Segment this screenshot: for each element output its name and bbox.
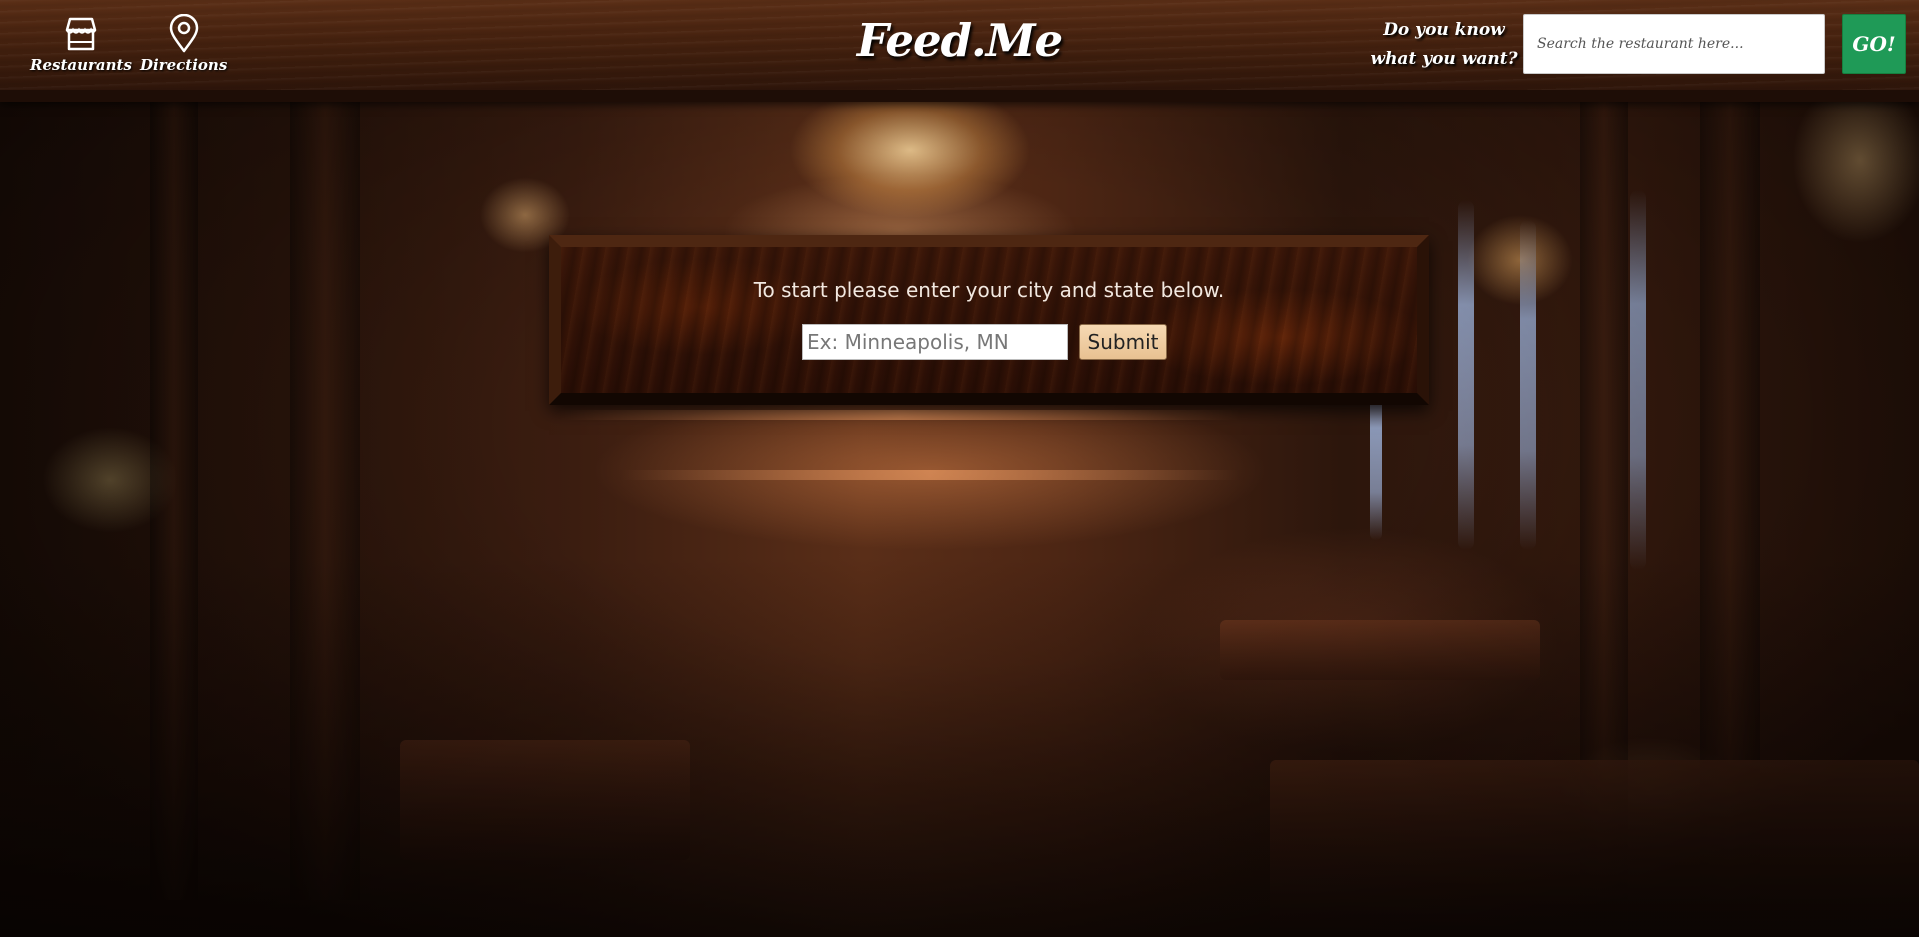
city-state-input[interactable] — [802, 324, 1068, 360]
submit-button[interactable]: Submit — [1079, 324, 1167, 360]
search-prompt-line2: what you want? — [1370, 49, 1518, 69]
go-button[interactable]: GO! — [1842, 14, 1906, 74]
search-prompt-line1: Do you know — [1383, 20, 1505, 40]
restaurant-search-input[interactable] — [1523, 14, 1825, 74]
location-panel: To start please enter your city and stat… — [549, 235, 1429, 405]
location-instruction: To start please enter your city and stat… — [753, 278, 1225, 302]
background-restaurant-image — [0, 0, 1919, 937]
vignette — [0, 0, 1919, 937]
header-bar: Restaurants Directions Feed.Me Do you kn… — [0, 0, 1919, 102]
search-prompt: Do you know what you want? — [1370, 16, 1518, 74]
